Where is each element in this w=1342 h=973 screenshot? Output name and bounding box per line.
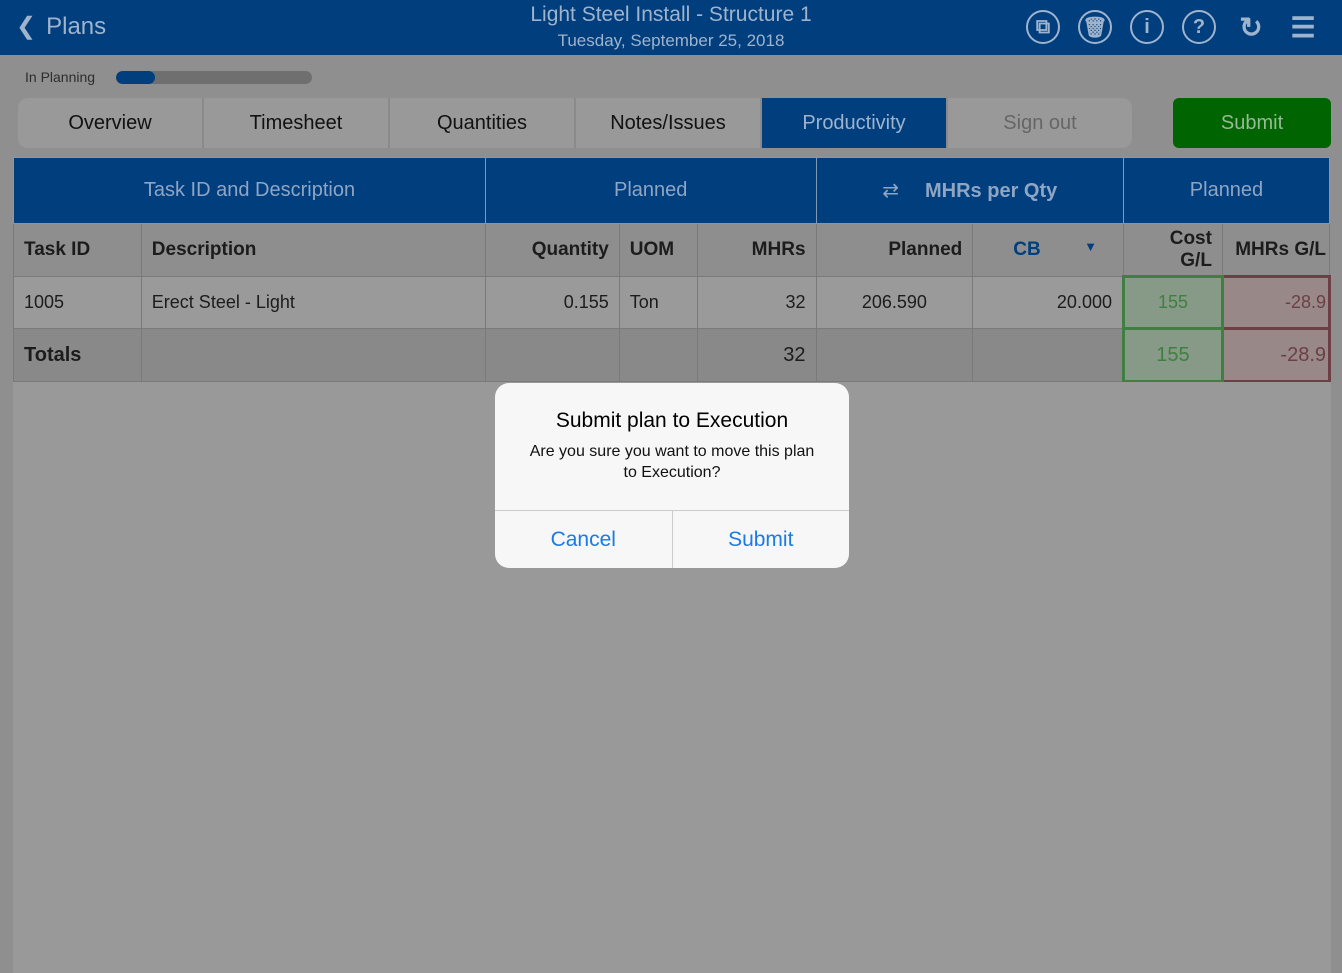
dialog-cancel-button[interactable]: Cancel [495,511,673,568]
col-planned: Planned [815,223,974,277]
tab-overview[interactable]: Overview [18,98,204,148]
productivity-table: Task ID and Description Planned ⇄ MHRs pe… [13,157,1332,383]
col-description: Description [140,223,486,277]
submit-button[interactable]: Submit [1173,98,1331,148]
group-planned-gl: Planned [1122,157,1331,224]
trash-icon[interactable]: 🗑 [1078,10,1112,44]
status-label: In Planning [25,69,96,85]
tab-notes-issues[interactable]: Notes/Issues [576,98,762,148]
top-bar: ❮ Plans Light Steel Install - Structure 1… [0,0,1342,55]
col-mhrs-gl: MHRs G/L [1221,223,1331,277]
table-row[interactable]: 1005 Erect Steel - Light 0.155 Ton 32 20… [13,275,1332,330]
tab-sign-out[interactable]: Sign out [948,98,1132,148]
swap-icon: ⇄ [882,180,899,202]
group-planned: Planned [484,157,817,224]
cb-dropdown[interactable]: CB ▼ [972,223,1124,277]
col-cost-gl: Cost G/L [1122,223,1223,277]
status-progress [116,71,312,84]
tab-quantities[interactable]: Quantities [390,98,576,148]
col-task-id: Task ID [13,223,142,277]
group-task: Task ID and Description [13,157,486,224]
caret-down-icon: ▼ [1084,239,1097,254]
tab-productivity[interactable]: Productivity [762,98,948,148]
copy-icon[interactable]: ⧉ [1026,10,1060,44]
refresh-icon[interactable]: ↻ [1234,10,1268,44]
col-quantity: Quantity [484,223,620,277]
dialog-message: Are you sure you want to move this plan … [529,443,815,481]
dialog-title: Submit plan to Execution [555,409,789,432]
group-mhrs-per-qty[interactable]: ⇄ MHRs per Qty [815,157,1124,224]
tab-timesheet[interactable]: Timesheet [204,98,390,148]
tab-bar: Overview Timesheet Quantities Notes/Issu… [18,98,1132,148]
info-icon[interactable]: i [1130,10,1164,44]
totals-row: Totals 32 155 -28.9 [13,327,1332,383]
dialog-submit-button[interactable]: Submit [673,511,850,568]
col-mhrs: MHRs [696,223,817,277]
submit-dialog: Submit plan to Execution Are you sure yo… [495,383,849,568]
help-icon[interactable]: ? [1182,10,1216,44]
menu-icon[interactable]: ☰ [1286,10,1320,44]
col-uom: UOM [618,223,698,277]
